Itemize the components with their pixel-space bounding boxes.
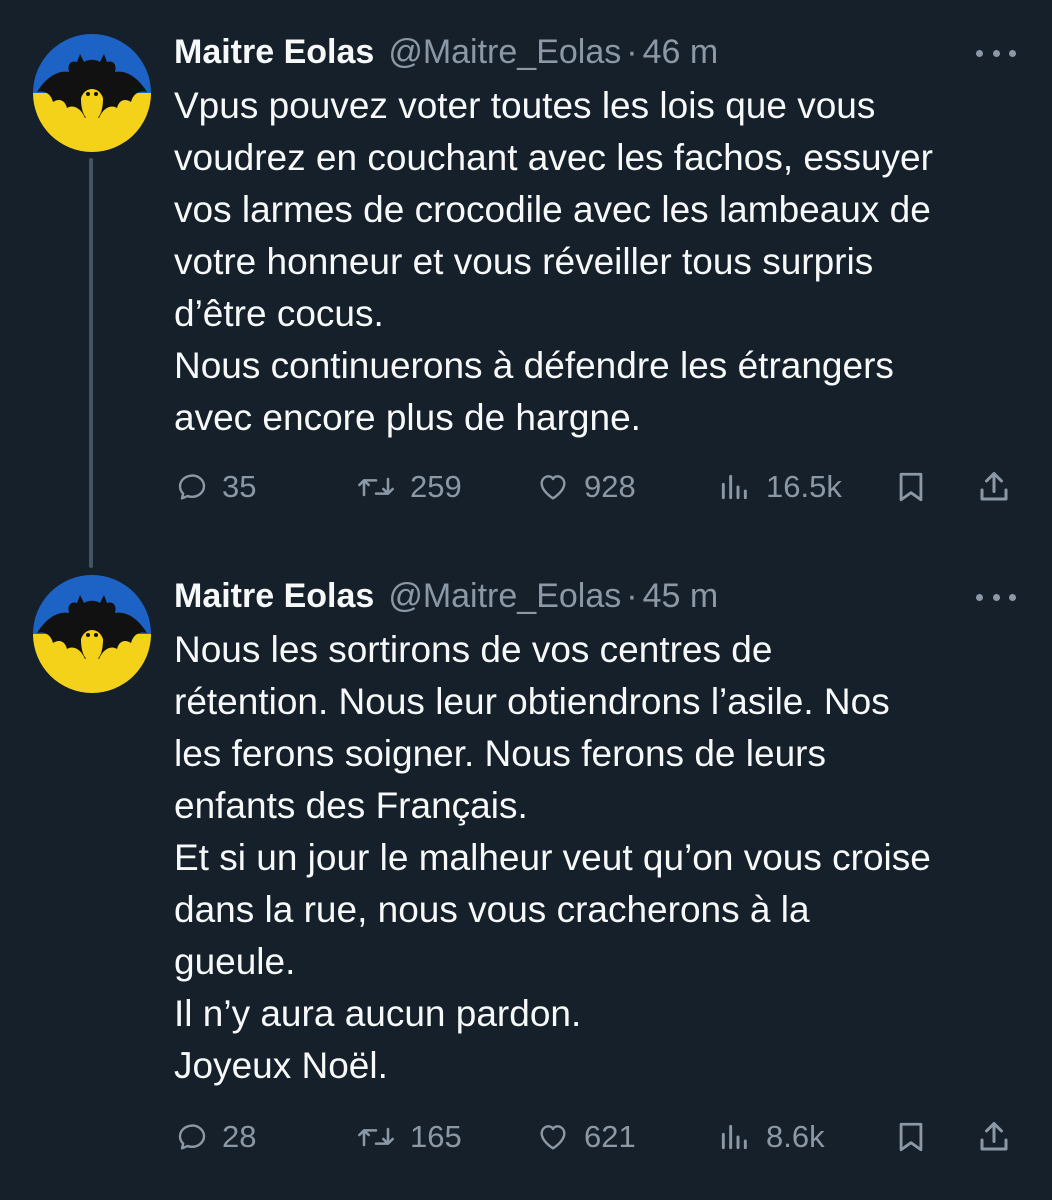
author-name[interactable]: Maitre Eolas [174, 574, 374, 618]
thread-connector-line [89, 158, 93, 568]
author-handle[interactable]: @Maitre_Eolas [388, 30, 621, 74]
author-handle[interactable]: @Maitre_Eolas [388, 574, 621, 618]
share-icon [980, 472, 1008, 501]
tweet-text-line: Nous les sortirons de vos centres de [174, 629, 773, 670]
bookmark-button[interactable] [894, 1112, 928, 1162]
retweet-count: 259 [410, 469, 462, 504]
bookmark-icon [899, 472, 923, 502]
timestamp[interactable]: 45 m [643, 574, 719, 618]
reply-count: 35 [222, 469, 257, 504]
bookmark-button[interactable] [894, 462, 928, 512]
tweet-text-line: votre honneur et vous réveiller tous sur… [174, 241, 874, 282]
more-icon[interactable] [976, 591, 1016, 603]
reply-icon [178, 1124, 206, 1150]
retweet-count: 165 [410, 1119, 462, 1154]
share-button[interactable] [976, 462, 1012, 512]
bat-signal-avatar-icon [33, 34, 151, 152]
views-button[interactable]: 8.6k [716, 1112, 825, 1162]
separator-dot: · [626, 577, 638, 615]
bookmark-icon [899, 1122, 923, 1152]
tweet-text-line: Et si un jour le malheur veut qu’on vous… [174, 837, 931, 878]
retweet-button[interactable]: 165 [356, 1112, 462, 1162]
tweet-header: Maitre Eolas @Maitre_Eolas · 46 m [174, 30, 718, 74]
author-name[interactable]: Maitre Eolas [174, 30, 374, 74]
tweet-text-line: voudrez en couchant avec les fachos, ess… [174, 137, 933, 178]
views-icon [721, 1124, 747, 1150]
reply-count: 28 [222, 1119, 257, 1154]
tweet-text-line: rétention. Nous leur obtiendrons l’asile… [174, 681, 890, 722]
reply-button[interactable]: 35 [176, 462, 256, 512]
tweet-text-line: Nous continuerons à défendre les étrange… [174, 345, 894, 386]
tweet-text-line: Joyeux Noël. [174, 1045, 388, 1086]
tweet-text-line: Vpus pouvez voter toutes les lois que vo… [174, 85, 876, 126]
tweet-header: Maitre Eolas @Maitre_Eolas · 45 m [174, 574, 718, 618]
retweet-icon [358, 477, 394, 497]
tweet-text: Vpus pouvez voter toutes les lois que vo… [174, 80, 1024, 444]
heart-icon [540, 475, 566, 500]
views-count: 8.6k [766, 1119, 825, 1154]
avatar[interactable] [33, 34, 151, 152]
share-button[interactable] [976, 1112, 1012, 1162]
tweet-text-line: vos larmes de crocodile avec les lambeau… [174, 189, 931, 230]
tweet-text-line: les ferons soigner. Nous ferons de leurs [174, 733, 826, 774]
retweet-icon [358, 1127, 394, 1147]
retweet-button[interactable]: 259 [356, 462, 462, 512]
bat-signal-avatar-icon [33, 575, 151, 693]
avatar[interactable] [33, 575, 151, 693]
more-icon[interactable] [976, 47, 1016, 59]
tweet-text-line: d’être cocus. [174, 293, 384, 334]
tweet-actions: 28 165 621 8.6k [176, 1112, 1018, 1162]
reply-icon [178, 474, 206, 500]
tweet-text-line: Il n’y aura aucun pardon. [174, 993, 582, 1034]
views-icon [721, 474, 747, 500]
heart-icon [540, 1125, 566, 1150]
tweet-text-line: gueule. [174, 941, 296, 982]
like-count: 621 [584, 1119, 636, 1154]
separator-dot: · [626, 33, 638, 71]
timestamp[interactable]: 46 m [643, 30, 719, 74]
views-button[interactable]: 16.5k [716, 462, 842, 512]
like-button[interactable]: 621 [536, 1112, 636, 1162]
tweet-actions: 35 259 928 16.5k [176, 462, 1018, 512]
share-icon [980, 1122, 1008, 1151]
like-button[interactable]: 928 [536, 462, 636, 512]
tweet-text-line: avec encore plus de hargne. [174, 397, 641, 438]
reply-button[interactable]: 28 [176, 1112, 256, 1162]
tweet-text-line: dans la rue, nous vous cracherons à la [174, 889, 810, 930]
like-count: 928 [584, 469, 636, 504]
tweet-text-line: enfants des Français. [174, 785, 528, 826]
views-count: 16.5k [766, 469, 842, 504]
tweet-text: Nous les sortirons de vos centres de rét… [174, 624, 1024, 1092]
